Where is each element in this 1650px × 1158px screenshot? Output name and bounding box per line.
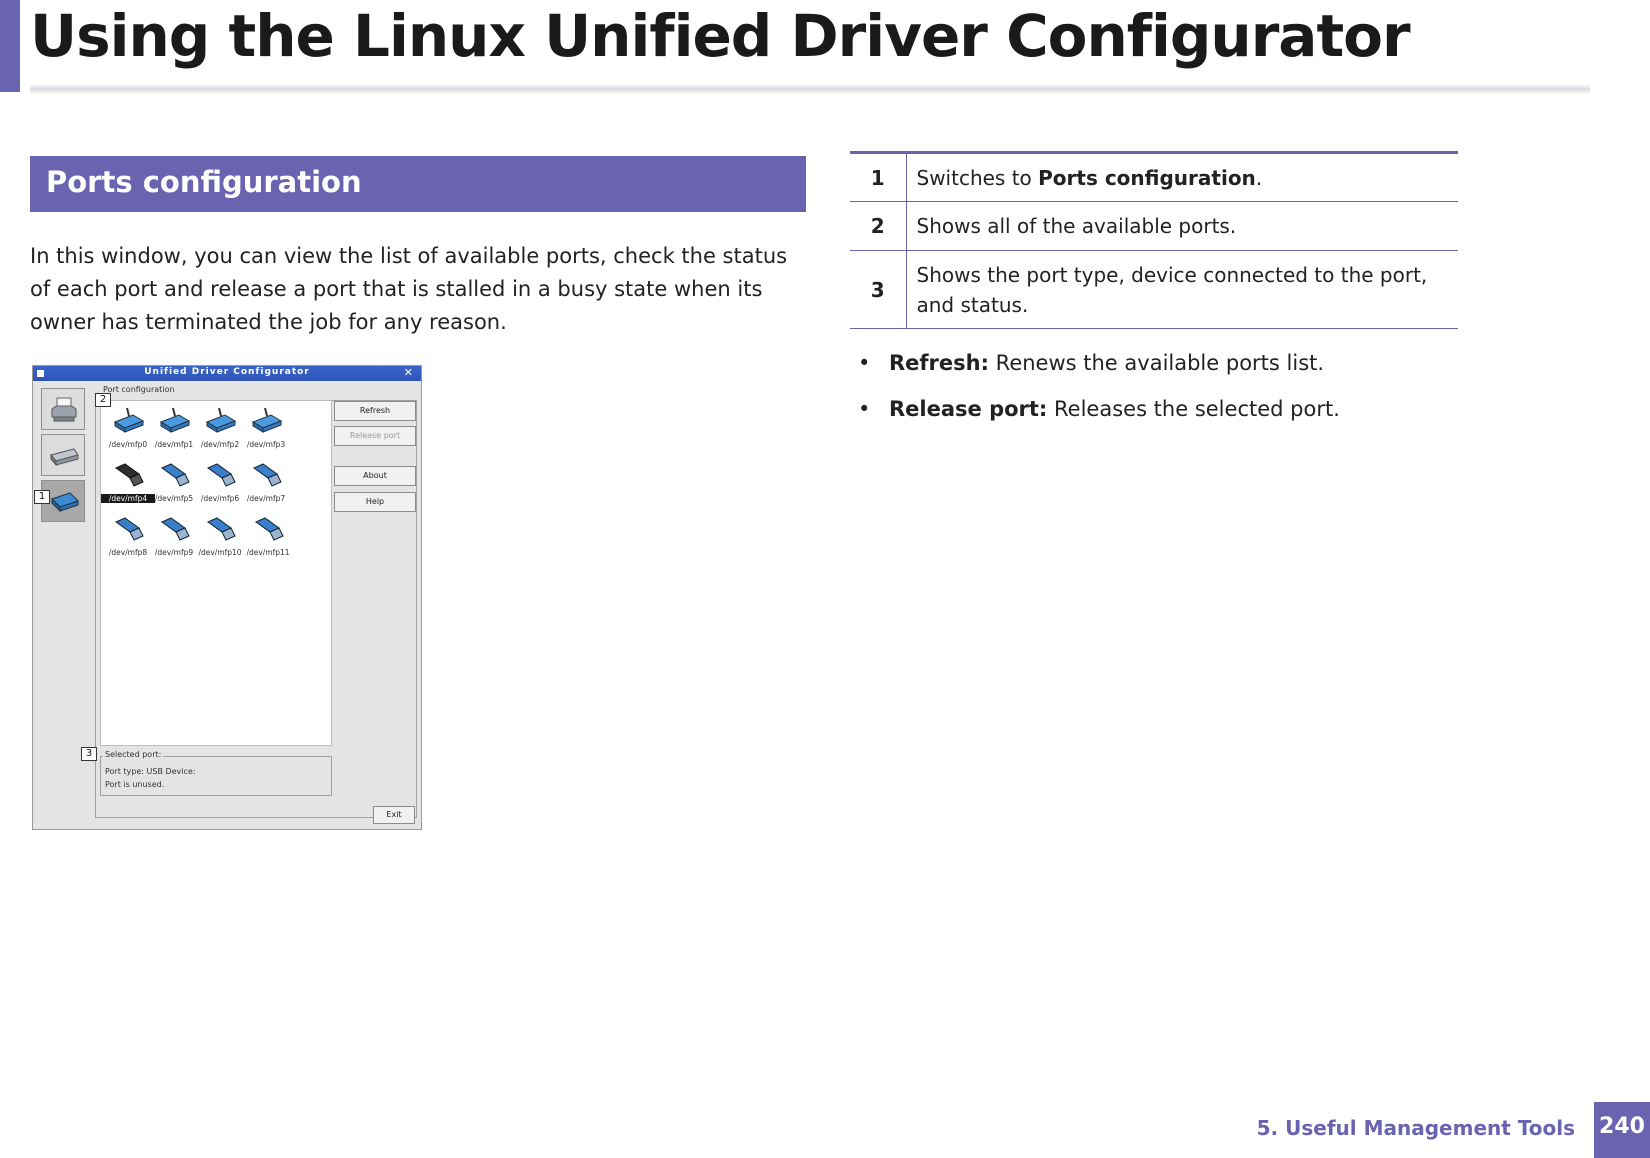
close-icon[interactable]: ✕	[404, 366, 413, 379]
sidebar-printer-button[interactable]	[41, 388, 85, 430]
port-item[interactable]: /dev/mfp4	[101, 460, 155, 512]
port-icon	[51, 492, 79, 513]
refresh-button[interactable]: Refresh	[334, 401, 416, 421]
usb-port-icon	[160, 517, 190, 541]
usb-port-icon	[206, 463, 236, 487]
callout-description-table: 1 Switches to Ports configuration. 2 Sho…	[850, 151, 1458, 329]
port-item[interactable]: /dev/mfp9	[149, 514, 199, 566]
port-type-text: Port type: USB Device:	[105, 767, 196, 776]
help-button[interactable]: Help	[334, 492, 416, 512]
sidebar-scanner-button[interactable]	[41, 434, 85, 476]
release-port-button[interactable]: Release port	[334, 426, 416, 446]
usb-port-icon	[254, 517, 284, 541]
list-item: Release port: Releases the selected port…	[858, 394, 1478, 440]
port-item[interactable]: /dev/mfp8	[103, 514, 153, 566]
port-label: /dev/mfp10	[198, 548, 242, 557]
port-configuration-label: Port configuration	[101, 385, 177, 394]
row-number: 1	[850, 151, 907, 202]
row-number: 2	[850, 201, 907, 251]
usb-port-icon	[252, 463, 282, 487]
configurator-screenshot: Unified Driver Configurator ✕ Port confi…	[32, 365, 422, 830]
port-item[interactable]: /dev/mfp10	[195, 514, 245, 566]
port-item[interactable]: /dev/mfp1	[149, 406, 199, 458]
port-item[interactable]: /dev/mfp0	[103, 406, 153, 458]
section-title: Ports configuration	[46, 165, 362, 199]
table-row: 1 Switches to Ports configuration.	[850, 151, 1458, 202]
table-row: 3 Shows the port type, device connected …	[850, 250, 1458, 329]
usb-port-icon	[160, 463, 190, 487]
selected-port-group	[100, 756, 332, 796]
port-item[interactable]: /dev/mfp7	[241, 460, 291, 512]
parallel-port-icon	[159, 407, 191, 433]
port-label: /dev/mfp7	[246, 494, 286, 503]
row-description: Shows the port type, device connected to…	[906, 250, 1458, 329]
page-title: Using the Linux Unified Driver Configura…	[30, 2, 1411, 70]
window-titlebar: Unified Driver Configurator ✕	[33, 366, 421, 381]
usb-port-icon	[114, 463, 144, 487]
parallel-port-icon	[113, 407, 145, 433]
printer-icon	[51, 397, 77, 422]
row-description: Switches to Ports configuration.	[906, 151, 1458, 202]
port-item[interactable]: /dev/mfp6	[195, 460, 245, 512]
callout-1: 1	[34, 490, 50, 504]
intro-paragraph: In this window, you can view the list of…	[30, 244, 788, 334]
page-number: 240	[1599, 1114, 1645, 1139]
port-status-text: Port is unused.	[105, 780, 165, 789]
port-label: /dev/mfp11	[246, 548, 290, 557]
port-item[interactable]: /dev/mfp11	[243, 514, 293, 566]
parallel-port-icon	[251, 407, 283, 433]
list-item: Refresh: Renews the available ports list…	[858, 348, 1478, 394]
callout-3: 3	[81, 747, 97, 761]
usb-port-icon	[114, 517, 144, 541]
about-button[interactable]: About	[334, 466, 416, 486]
port-item[interactable]: /dev/mfp3	[241, 406, 291, 458]
button-description-list: Refresh: Renews the available ports list…	[858, 348, 1478, 440]
selected-port-label: Selected port:	[103, 750, 164, 759]
row-description: Shows all of the available ports.	[906, 201, 1458, 251]
port-item[interactable]: /dev/mfp2	[195, 406, 245, 458]
section-banner: Ports configuration	[30, 156, 806, 212]
usb-port-icon	[206, 517, 236, 541]
title-accent-bar	[0, 0, 20, 92]
footer-chapter: 5. Useful Management Tools	[1256, 1116, 1575, 1140]
callout-2: 2	[95, 393, 111, 407]
page-number-badge: 240	[1594, 1102, 1650, 1158]
row-number: 3	[850, 250, 907, 329]
title-rule	[30, 84, 1590, 94]
scanner-icon	[50, 448, 79, 467]
parallel-port-icon	[205, 407, 237, 433]
exit-button[interactable]: Exit	[373, 806, 415, 824]
table-row: 2 Shows all of the available ports.	[850, 201, 1458, 251]
window-title: Unified Driver Configurator	[144, 367, 310, 377]
port-item[interactable]: /dev/mfp5	[149, 460, 199, 512]
port-label: /dev/mfp3	[246, 440, 286, 449]
